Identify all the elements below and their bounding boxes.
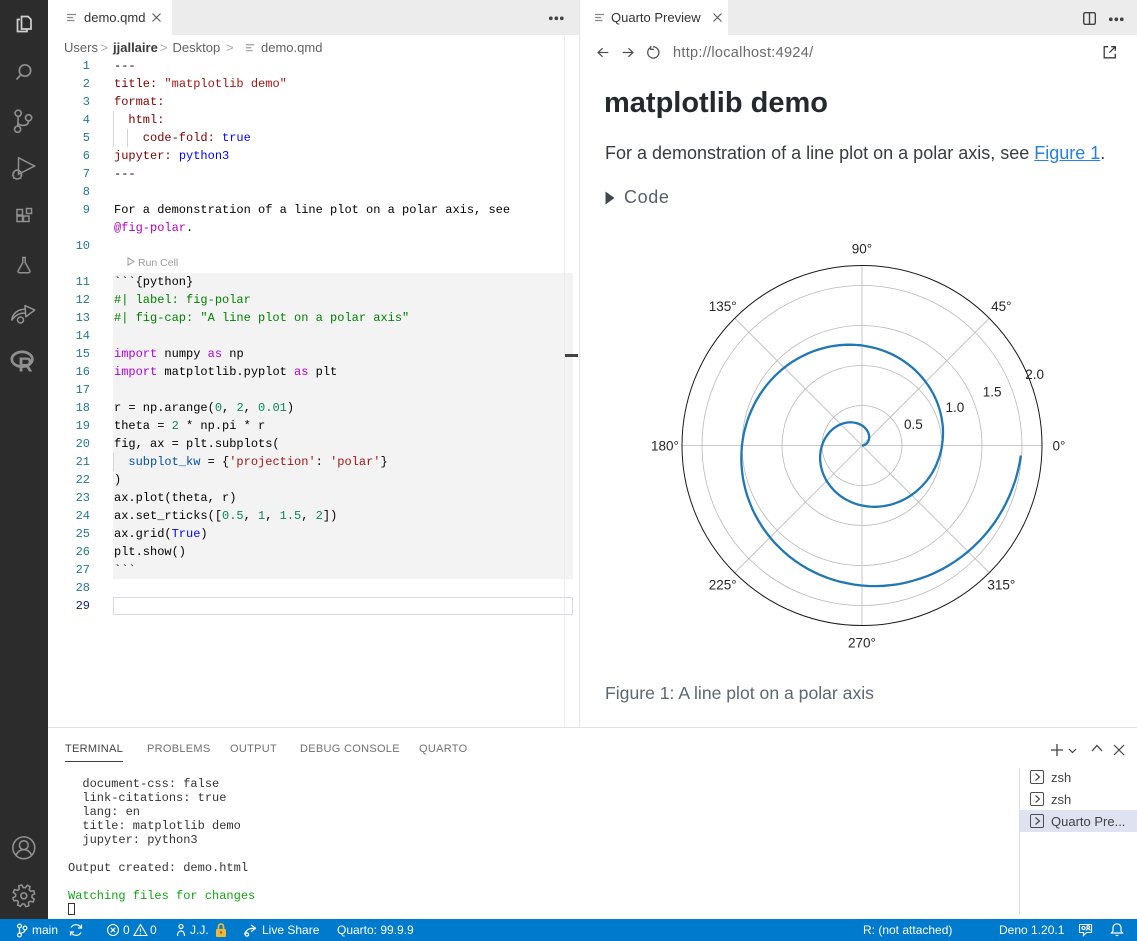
svg-text:R: R (18, 354, 33, 374)
